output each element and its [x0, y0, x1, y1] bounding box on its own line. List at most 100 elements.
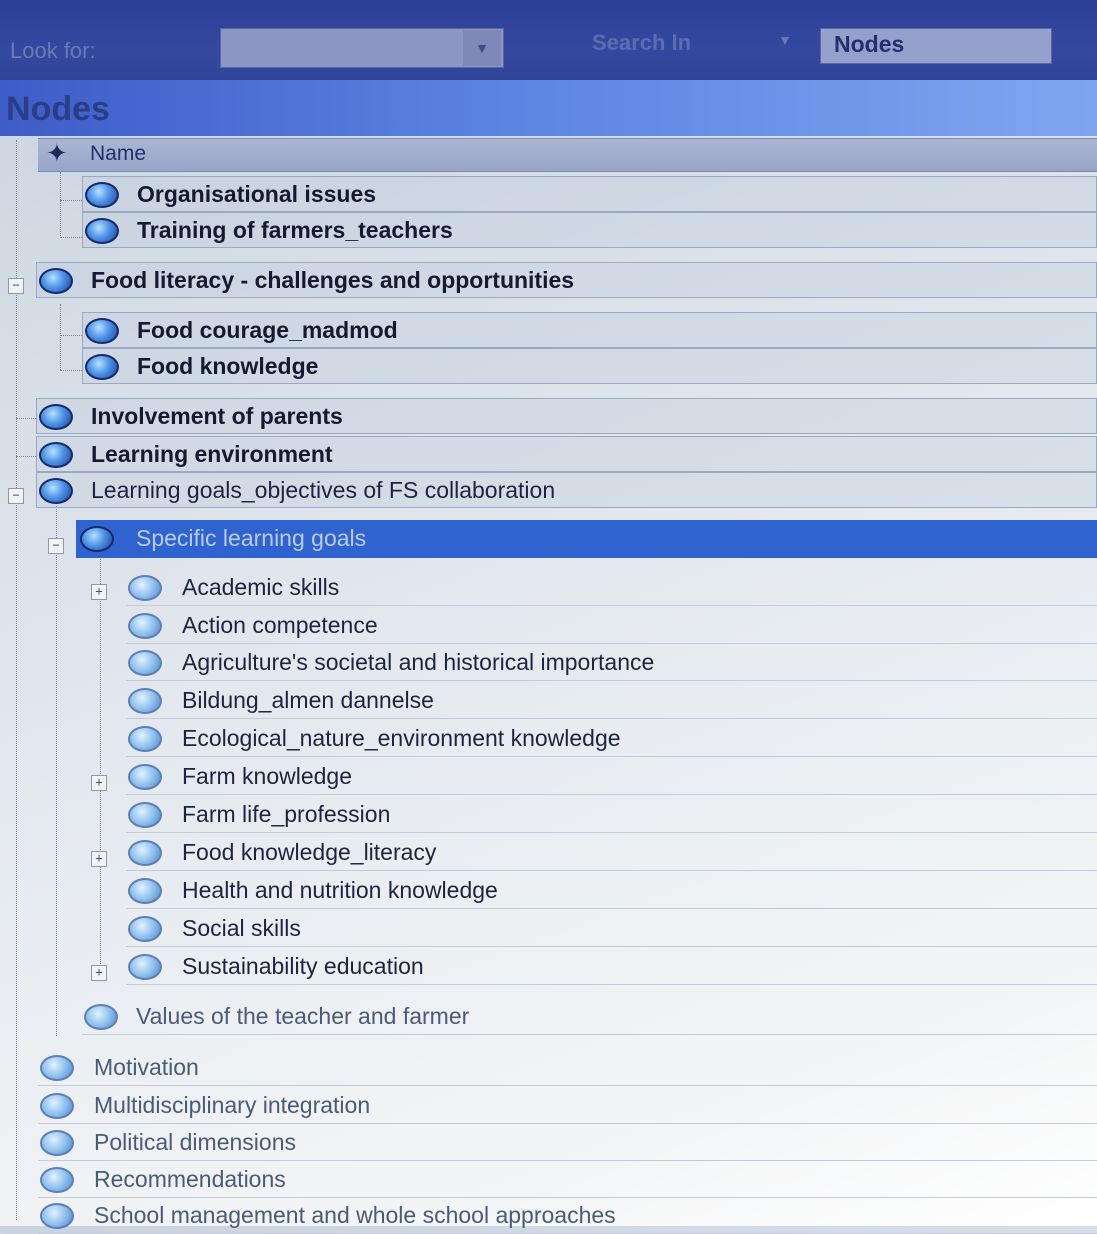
tree-row[interactable]: Food courage_madmod: [82, 312, 1097, 348]
tree-row[interactable]: Involvement of parents: [36, 398, 1097, 434]
node-icon: [39, 478, 73, 504]
tree-row[interactable]: Political dimensions: [38, 1125, 1097, 1161]
tree-row[interactable]: Food knowledge: [82, 348, 1097, 384]
panel-header: [0, 80, 1097, 136]
search-scope-value: Nodes: [834, 31, 905, 57]
node-icon: [39, 442, 73, 468]
tree-row[interactable]: Farm life_profession: [126, 797, 1097, 833]
tree-row[interactable]: Organisational issues: [82, 176, 1097, 212]
tree-row[interactable]: Farm knowledge: [126, 759, 1097, 795]
tree-row-label: Health and nutrition knowledge: [182, 877, 498, 903]
node-icon: [40, 1203, 74, 1229]
tree-row-label: Specific learning goals: [136, 525, 367, 551]
tree-row[interactable]: Social skills: [126, 911, 1097, 947]
node-icon: [85, 182, 119, 208]
tree-row[interactable]: Bildung_almen dannelse: [126, 683, 1097, 719]
tree-row-label: Food literacy - challenges and opportuni…: [91, 267, 575, 293]
tree-row[interactable]: Food literacy - challenges and opportuni…: [36, 262, 1097, 298]
tree-line: [16, 418, 36, 419]
tree-row-label: Agriculture's societal and historical im…: [182, 649, 655, 675]
name-column-header[interactable]: [38, 138, 1097, 172]
collapse-icon[interactable]: −: [48, 538, 64, 554]
tree-row[interactable]: Ecological_nature_environment knowledge: [126, 721, 1097, 757]
tree-row-label: Ecological_nature_environment knowledge: [182, 725, 621, 751]
node-icon: [39, 268, 73, 294]
tree-line: [100, 556, 101, 970]
tree-row-label: Social skills: [182, 915, 301, 941]
tree-row[interactable]: Action competence: [126, 608, 1097, 644]
tree-row[interactable]: Sustainability education: [126, 949, 1097, 985]
node-icon: [128, 954, 162, 980]
tree-row[interactable]: Academic skills: [126, 570, 1097, 606]
tree-row[interactable]: Learning environment: [36, 436, 1097, 472]
node-icon: [128, 764, 162, 790]
tree-row-selected[interactable]: Specific learning goals: [76, 520, 1097, 558]
collapse-icon[interactable]: −: [8, 488, 24, 504]
tree-row[interactable]: Health and nutrition knowledge: [126, 873, 1097, 909]
expand-icon[interactable]: +: [91, 584, 107, 600]
tree-line: [60, 370, 82, 371]
look-for-dropdown-button[interactable]: ▼: [463, 30, 501, 66]
tree-row[interactable]: Multidisciplinary integration: [38, 1088, 1097, 1124]
tree-row[interactable]: Recommendations: [38, 1162, 1097, 1198]
tree-row[interactable]: Food knowledge_literacy: [126, 835, 1097, 871]
node-icon: [40, 1093, 74, 1119]
tree-row[interactable]: Motivation: [38, 1050, 1097, 1086]
tree-line: [60, 200, 82, 201]
tree-row[interactable]: School management and whole school appro…: [38, 1198, 1097, 1234]
panel-title: Nodes: [6, 90, 110, 128]
tree-row[interactable]: Training of farmers_teachers: [82, 212, 1097, 248]
expand-icon[interactable]: +: [91, 965, 107, 981]
node-icon: [128, 916, 162, 942]
look-for-label: Look for:: [10, 38, 96, 63]
expand-icon[interactable]: +: [91, 851, 107, 867]
tree-row[interactable]: Learning goals_objectives of FS collabor…: [36, 472, 1097, 508]
tree-row-label: Learning environment: [91, 441, 333, 467]
tree-row-label: Food knowledge_literacy: [182, 839, 437, 865]
expand-icon[interactable]: +: [91, 775, 107, 791]
tree-row-label: Food knowledge: [137, 353, 319, 379]
tree-row-label: Learning goals_objectives of FS collabor…: [91, 477, 556, 503]
chevron-down-icon[interactable]: ▼: [778, 32, 792, 48]
node-icon: [85, 318, 119, 344]
node-icon: [128, 688, 162, 714]
node-icon: [40, 1130, 74, 1156]
node-icon: [85, 354, 119, 380]
tree-row-label: Involvement of parents: [91, 403, 343, 429]
node-icon: [40, 1055, 74, 1081]
tree-row-label: School management and whole school appro…: [94, 1202, 616, 1228]
tree-row-label: Political dimensions: [94, 1129, 296, 1155]
tree-row-label: Food courage_madmod: [137, 317, 398, 343]
node-icon: [128, 878, 162, 904]
tree-line: [60, 172, 61, 238]
tree-row[interactable]: Agriculture's societal and historical im…: [126, 645, 1097, 681]
node-icon: [128, 726, 162, 752]
tree-line: [56, 506, 57, 1036]
name-column-label: Name: [90, 142, 147, 165]
node-icon: [128, 650, 162, 676]
node-icon: [128, 575, 162, 601]
tree-line: [60, 335, 82, 336]
tree-row-label: Academic skills: [182, 574, 340, 600]
node-icon: [128, 840, 162, 866]
pin-icon[interactable]: ✦: [46, 138, 68, 168]
tree-row[interactable]: Values of the teacher and farmer: [82, 999, 1097, 1035]
search-in-button[interactable]: Search In: [592, 30, 691, 56]
tree-line: [16, 140, 17, 1220]
node-icon: [80, 526, 114, 552]
tree-row-label: Bildung_almen dannelse: [182, 687, 434, 713]
node-icon: [128, 802, 162, 828]
tree-row-label: Farm life_profession: [182, 801, 391, 827]
node-icon: [128, 613, 162, 639]
collapse-icon[interactable]: −: [8, 278, 24, 294]
node-icon: [39, 404, 73, 430]
tree-row-label: Farm knowledge: [182, 763, 353, 789]
look-for-input[interactable]: [220, 28, 504, 68]
tree-row-label: Recommendations: [94, 1166, 286, 1192]
tree-row-label: Training of farmers_teachers: [137, 217, 453, 243]
tree-line: [60, 304, 61, 370]
tree-line: [16, 456, 36, 457]
tree-row-label: Multidisciplinary integration: [94, 1092, 371, 1118]
node-icon: [40, 1167, 74, 1193]
node-icon: [85, 218, 119, 244]
